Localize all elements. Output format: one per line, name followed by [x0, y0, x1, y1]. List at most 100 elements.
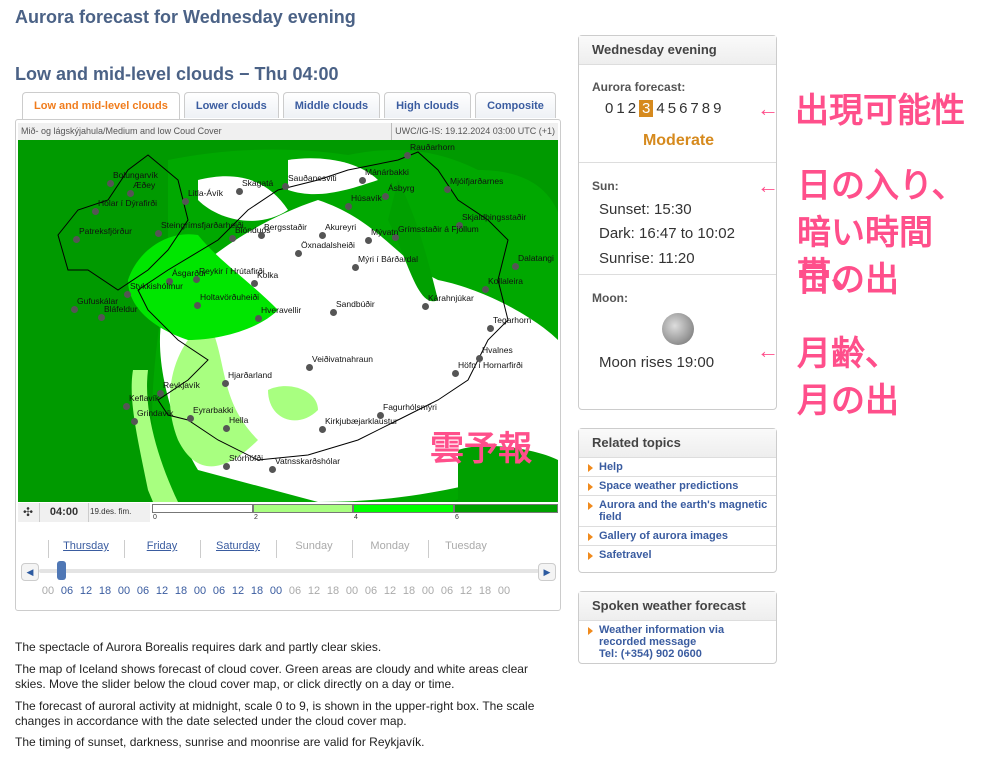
place-label: Sandbúðir: [336, 299, 375, 309]
place-dot: [258, 232, 265, 239]
annotation-aurora: 出現可能性: [795, 92, 965, 130]
cloud-tabs: Low and mid-level clouds Lower clouds Mi…: [22, 92, 556, 120]
aurora-scale-5: 5: [667, 100, 677, 117]
hour-tick[interactable]: 06: [133, 585, 153, 597]
day-link[interactable]: Thursday: [63, 540, 109, 552]
sun-label: Sun:: [592, 179, 619, 193]
tab-composite[interactable]: Composite: [475, 92, 556, 118]
hour-tick[interactable]: 00: [38, 585, 58, 597]
place-dot: [444, 186, 451, 193]
place-dot: [127, 190, 134, 197]
related-link-gallery[interactable]: Gallery of aurora images: [579, 527, 776, 546]
annotation-arrow-icon: ←: [757, 338, 779, 363]
place-dot: [482, 286, 489, 293]
place-label: Veiðivatnahraun: [312, 354, 373, 364]
place-dot: [345, 203, 352, 210]
hour-tick[interactable]: 12: [152, 585, 172, 597]
related-link-safetravel[interactable]: Safetravel: [579, 546, 776, 564]
scale-tick: 4: [354, 514, 358, 521]
place-label: Dalatangi: [518, 253, 554, 263]
annotation-moon-2: 月の出: [797, 382, 899, 420]
annotation-arrow-icon: ←: [757, 96, 779, 121]
place-label: Stykkishólmur: [130, 281, 183, 291]
place-label: Mánárbakki: [365, 167, 409, 177]
hour-tick[interactable]: 18: [95, 585, 115, 597]
hour-tick[interactable]: 06: [57, 585, 77, 597]
day-friday[interactable]: Friday: [124, 540, 200, 560]
hour-tick[interactable]: 12: [456, 585, 476, 597]
map-header: Mið- og lágskýjahula/Medium and low Coud…: [18, 123, 558, 140]
place-dot: [319, 232, 326, 239]
hour-tick[interactable]: 00: [494, 585, 514, 597]
forecast-box: Wednesday evening Aurora forecast: 01234…: [578, 35, 777, 410]
aurora-scale-6: 6: [679, 100, 688, 117]
next-arrow-button[interactable]: ▶: [538, 563, 556, 581]
hour-tick[interactable]: 06: [361, 585, 381, 597]
related-link-magnetic-field[interactable]: Aurora and the earth's magnetic field: [579, 496, 776, 527]
hour-tick[interactable]: 18: [247, 585, 267, 597]
aurora-scale-1: 1: [616, 100, 625, 117]
place-dot: [251, 280, 258, 287]
place-label: Ásbyrg: [388, 183, 415, 193]
related-link-space-weather[interactable]: Space weather predictions: [579, 477, 776, 496]
place-dot: [236, 188, 243, 195]
place-dot: [295, 250, 302, 257]
spoken-forecast-link[interactable]: Weather information via recorded message…: [579, 621, 776, 663]
hour-tick[interactable]: 00: [418, 585, 438, 597]
hour-tick[interactable]: 12: [76, 585, 96, 597]
hour-tick[interactable]: 18: [171, 585, 191, 597]
hour-tick[interactable]: 18: [475, 585, 495, 597]
related-link-help[interactable]: Help: [579, 458, 776, 477]
scale-tick: 2: [254, 514, 258, 521]
place-label: Vatnsskarðshólar: [275, 456, 341, 466]
place-label: Húsavík: [351, 193, 382, 203]
hour-tick[interactable]: 00: [342, 585, 362, 597]
place-label: Mjóifjarðarnes: [450, 176, 504, 186]
spoken-link-text[interactable]: Weather information via recorded message: [599, 624, 770, 648]
hour-tick[interactable]: 00: [190, 585, 210, 597]
hour-tick[interactable]: 12: [228, 585, 248, 597]
hour-tick[interactable]: 18: [399, 585, 419, 597]
aurora-scale-2: 2: [627, 100, 637, 117]
aurora-scale-4: 4: [656, 100, 665, 117]
place-label: Hvalnes: [482, 345, 513, 355]
place-label: Steingrímsfjarðarheiði: [161, 220, 244, 230]
compass-icon[interactable]: ✣: [23, 505, 33, 519]
hour-tick[interactable]: 12: [380, 585, 400, 597]
cloud-scale: 0 2 4 6: [150, 503, 558, 522]
paragraph: The forecast of auroral activity at midn…: [15, 699, 535, 728]
tab-middle-clouds[interactable]: Middle clouds: [282, 92, 381, 118]
hour-tick[interactable]: 12: [304, 585, 324, 597]
place-label: Hólar í Dýrafirði: [98, 198, 158, 208]
place-dot: [359, 177, 366, 184]
place-label: Öxnadalsheiði: [301, 240, 355, 250]
moonrise-text: Moon rises 19:00: [599, 354, 715, 371]
place-dot: [222, 380, 229, 387]
hour-tick[interactable]: 06: [285, 585, 305, 597]
tab-high-clouds[interactable]: High clouds: [384, 92, 472, 118]
place-label: Hella: [229, 415, 249, 425]
hour-tick[interactable]: 06: [209, 585, 229, 597]
hour-tick[interactable]: 00: [114, 585, 134, 597]
day-saturday[interactable]: Saturday: [200, 540, 276, 560]
day-monday: Monday: [370, 540, 410, 552]
time-slider-handle[interactable]: [56, 561, 66, 580]
place-dot: [194, 302, 201, 309]
place-dot: [306, 364, 313, 371]
spoken-heading: Spoken weather forecast: [579, 592, 776, 621]
hour-tick[interactable]: 00: [266, 585, 286, 597]
date-readout: 19.des. fim.: [90, 507, 132, 516]
day-thursday[interactable]: Thursday: [48, 540, 124, 560]
place-dot: [255, 315, 262, 322]
prev-arrow-button[interactable]: ◀: [21, 563, 39, 581]
annotation-moon-1: 月齢、: [797, 335, 899, 373]
day-link[interactable]: Friday: [147, 540, 178, 552]
place-label: Mývatn: [371, 227, 399, 237]
hour-tick[interactable]: 18: [323, 585, 343, 597]
time-slider-track[interactable]: [39, 569, 539, 573]
tab-lower-clouds[interactable]: Lower clouds: [183, 92, 279, 118]
tab-low-mid-clouds[interactable]: Low and mid-level clouds: [22, 92, 180, 120]
hour-tick[interactable]: 06: [437, 585, 457, 597]
day-link[interactable]: Saturday: [216, 540, 260, 552]
place-label: Bolungarvík: [113, 170, 158, 180]
